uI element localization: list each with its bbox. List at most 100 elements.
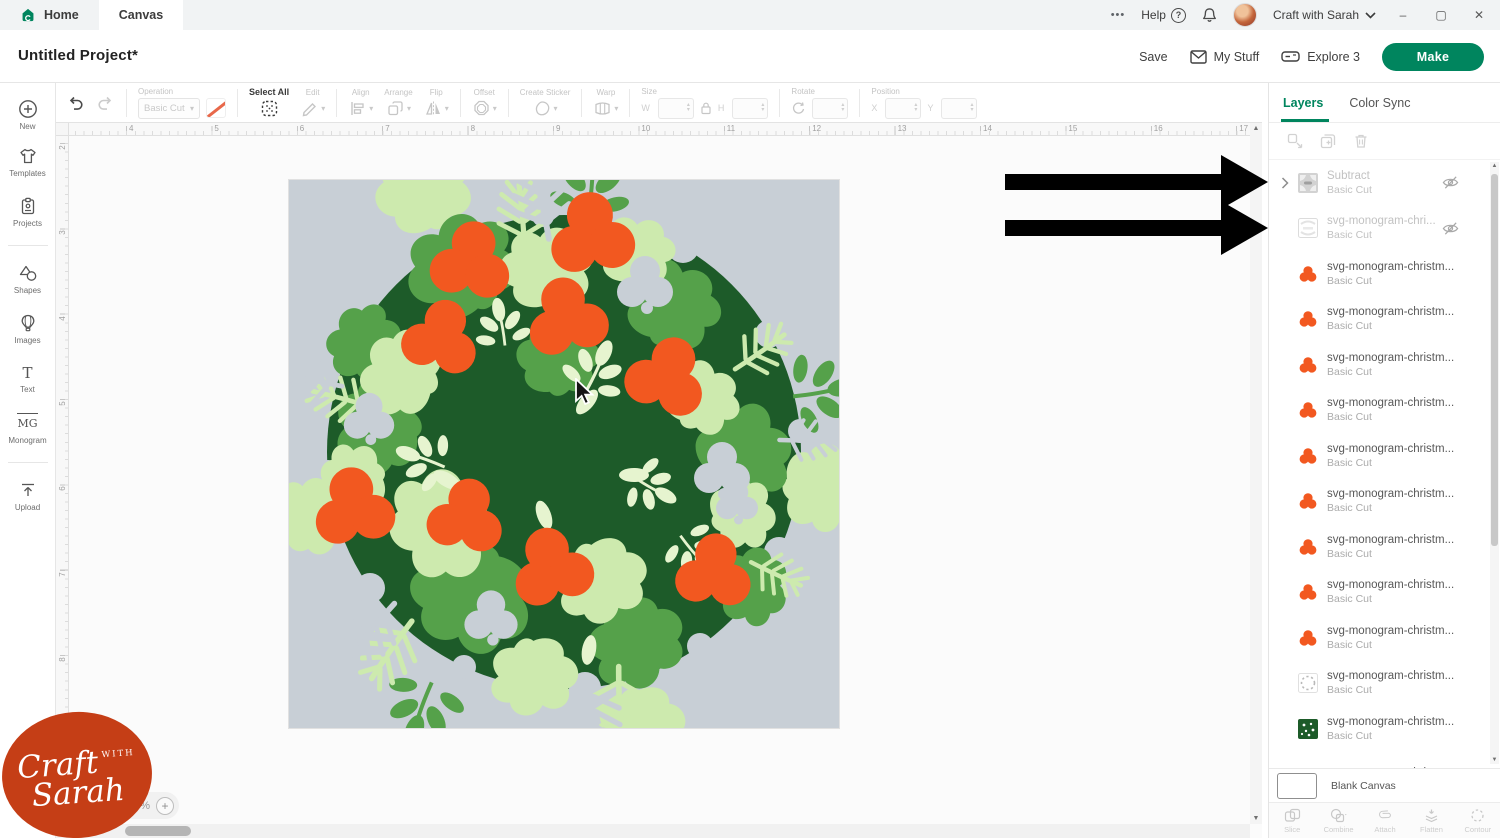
scroll-down-icon[interactable]: ▼ (1490, 757, 1499, 763)
warp-dropdown[interactable]: ▾ (593, 99, 618, 118)
clipboard-icon (18, 196, 38, 216)
tab-home[interactable]: Home (0, 0, 99, 30)
zoom-in-icon[interactable]: + (156, 797, 174, 815)
stepper-down-icon[interactable]: ▾ (970, 108, 973, 113)
layer-row[interactable]: svg-monogram-christm... Basic Cut (1269, 615, 1500, 661)
undo-icon[interactable] (66, 93, 85, 112)
flip-dropdown[interactable]: ▾ (424, 99, 449, 118)
contour-button[interactable]: Contour (1455, 803, 1500, 838)
stepper-down-icon[interactable]: ▾ (687, 108, 690, 113)
canvas-mat[interactable] (289, 180, 839, 728)
help-button[interactable]: Help ? (1141, 8, 1186, 23)
canvas-color-swatch[interactable] (1277, 773, 1317, 799)
arrange-dropdown[interactable]: ▾ (386, 99, 411, 118)
layer-row[interactable]: svg-monogram-chri... Basic Cut (1269, 206, 1500, 252)
attach-button[interactable]: Attach (1362, 803, 1408, 838)
layer-row[interactable]: svg-monogram-christm... Basic Cut (1269, 570, 1500, 616)
slice-button[interactable]: Slice (1269, 803, 1315, 838)
layer-thumbnail (1298, 264, 1318, 284)
arrange-icon (386, 99, 405, 118)
wreath-artwork[interactable] (289, 180, 839, 728)
edit-dropdown[interactable]: ▾ (300, 99, 325, 118)
more-menu-icon[interactable]: ••• (1111, 9, 1126, 21)
layer-row[interactable]: Subtract Basic Cut (1269, 160, 1500, 206)
layer-name: svg-monogram-christm... (1327, 306, 1454, 318)
color-swatch[interactable] (206, 98, 226, 118)
arrange-label: Arrange (384, 88, 412, 97)
ungroup-icon[interactable] (1287, 133, 1303, 149)
height-field[interactable]: ▴▾ (732, 98, 768, 119)
flatten-label: Flatten (1420, 825, 1443, 834)
contour-label: Contour (1464, 825, 1491, 834)
layer-row[interactable]: svg-monogram-christm... Basic Cut (1269, 661, 1500, 707)
avatar[interactable] (1233, 3, 1257, 27)
operation-dropdown[interactable]: Basic Cut ▾ (138, 98, 200, 119)
width-field[interactable]: ▴▾ (658, 98, 694, 119)
scroll-up-icon[interactable]: ▲ (1490, 163, 1499, 169)
sidebar-item-projects[interactable]: Projects (0, 187, 55, 237)
y-field[interactable]: ▴▾ (941, 98, 977, 119)
layer-row[interactable]: svg-monogram-christm... Basic Cut (1269, 342, 1500, 388)
my-stuff-label: My Stuff (1214, 50, 1260, 64)
sidebar-item-shapes[interactable]: Shapes (0, 254, 55, 304)
warp-label: Warp (597, 88, 616, 97)
layers-scrollbar[interactable]: ▲ ▼ (1490, 162, 1499, 764)
stepper-down-icon[interactable]: ▾ (841, 108, 844, 113)
cutting-machine-icon (1281, 50, 1300, 63)
maximize-button[interactable]: ▢ (1430, 8, 1452, 22)
rotate-field[interactable]: ▴▾ (812, 98, 848, 119)
stepper-down-icon[interactable]: ▾ (914, 108, 917, 113)
notifications-bell-icon[interactable] (1202, 7, 1217, 23)
make-button[interactable]: Make (1382, 43, 1484, 71)
edit-label: Edit (306, 88, 320, 97)
layers-panel: Layers Color Sync Subtract Basic Cut (1268, 83, 1500, 838)
x-field[interactable]: ▴▾ (885, 98, 921, 119)
scrollbar-thumb[interactable] (1491, 174, 1498, 546)
sidebar-item-templates[interactable]: Templates (0, 137, 55, 187)
combine-button[interactable]: Combine (1315, 803, 1361, 838)
tab-layers[interactable]: Layers (1283, 83, 1323, 122)
layer-row[interactable]: svg-monogram-christm... Basic Cut (1269, 706, 1500, 752)
my-stuff-button[interactable]: My Stuff (1190, 50, 1260, 64)
close-button[interactable]: ✕ (1468, 8, 1490, 22)
scroll-up-icon[interactable]: ▲ (1250, 125, 1262, 132)
layer-row[interactable]: svg-monogram-christm... Basic Cut (1269, 251, 1500, 297)
expand-chevron-icon[interactable] (1281, 177, 1289, 189)
sidebar-item-monogram[interactable]: MG Monogram (0, 404, 55, 454)
account-menu[interactable]: Craft with Sarah (1273, 8, 1376, 22)
create-sticker-dropdown[interactable]: ▾ (533, 99, 558, 118)
scrollbar-thumb[interactable] (125, 826, 191, 836)
canvas-horizontal-scrollbar[interactable] (56, 824, 1250, 838)
scroll-down-icon[interactable]: ▼ (1250, 815, 1262, 822)
layer-row[interactable]: svg-monogram-christm... Basic Cut (1269, 524, 1500, 570)
help-label: Help (1141, 8, 1166, 22)
sidebar-item-upload[interactable]: Upload (0, 471, 55, 521)
eye-off-icon[interactable] (1442, 221, 1459, 236)
sidebar-item-images[interactable]: Images (0, 304, 55, 354)
save-button[interactable]: Save (1139, 50, 1168, 64)
sidebar-label: Projects (13, 219, 42, 228)
sidebar-item-text[interactable]: T Text (0, 354, 55, 404)
explore-machine-button[interactable]: Explore 3 (1281, 50, 1360, 64)
flatten-button[interactable]: Flatten (1408, 803, 1454, 838)
offset-dropdown[interactable]: ▾ (472, 99, 497, 118)
layer-row[interactable]: svg-monogram-christm... Basic Cut (1269, 479, 1500, 525)
stepper-down-icon[interactable]: ▾ (761, 108, 764, 113)
duplicate-icon[interactable] (1320, 133, 1336, 149)
tab-color-sync[interactable]: Color Sync (1349, 83, 1410, 122)
eye-off-icon[interactable] (1442, 175, 1459, 190)
combine-label: Combine (1324, 825, 1354, 834)
lock-icon[interactable] (700, 101, 712, 115)
redo-icon[interactable] (96, 93, 115, 112)
tab-canvas[interactable]: Canvas (99, 0, 183, 30)
layer-row[interactable]: svg-monogram-christm... Basic Cut (1269, 433, 1500, 479)
layer-row[interactable]: svg-monogram-christm (1269, 752, 1500, 769)
select-all-icon[interactable] (260, 99, 279, 118)
layer-row[interactable]: svg-monogram-christm... Basic Cut (1269, 388, 1500, 434)
minimize-button[interactable]: – (1392, 8, 1414, 22)
sidebar-item-new[interactable]: New (0, 93, 55, 137)
delete-trash-icon[interactable] (1353, 133, 1369, 149)
layer-row[interactable]: svg-monogram-christm... Basic Cut (1269, 297, 1500, 343)
align-dropdown[interactable]: ▾ (348, 99, 373, 118)
blank-canvas-row[interactable]: Blank Canvas (1269, 768, 1500, 802)
